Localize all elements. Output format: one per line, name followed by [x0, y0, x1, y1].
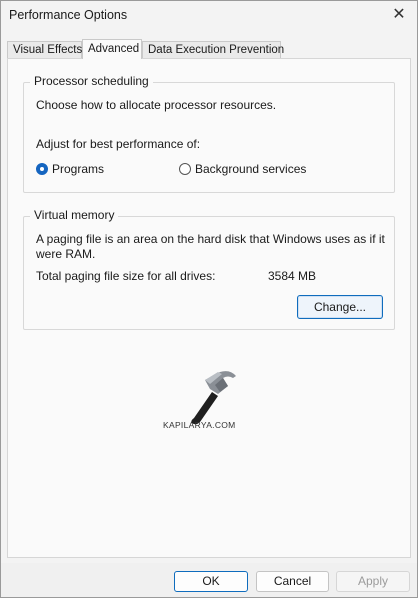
virtual-memory-group: Virtual memory A paging file is an area …: [23, 208, 395, 330]
window-title: Performance Options: [9, 8, 128, 22]
total-paging-size-value: 3584 MB: [268, 269, 317, 283]
total-paging-size-label: Total paging file size for all drives:: [36, 269, 216, 283]
tab-advanced[interactable]: Advanced: [82, 39, 142, 59]
change-button[interactable]: Change...: [297, 295, 383, 319]
programs-radio-label[interactable]: Programs: [52, 161, 104, 177]
virtual-memory-heading: Virtual memory: [30, 208, 119, 222]
tab-data-execution-prevention[interactable]: Data Execution Prevention: [142, 41, 284, 58]
background-services-radio-label[interactable]: Background services: [195, 161, 306, 177]
processor-scheduling-heading: Processor scheduling: [30, 74, 153, 88]
apply-button[interactable]: Apply: [336, 571, 410, 592]
processor-scheduling-group: Processor scheduling Choose how to alloc…: [23, 74, 395, 193]
ok-button[interactable]: OK: [174, 571, 248, 592]
title-bar: Performance Options ✕: [1, 1, 417, 31]
advanced-panel: Processor scheduling Choose how to alloc…: [7, 58, 411, 558]
programs-radio[interactable]: [36, 163, 48, 175]
tab-visual-effects[interactable]: Visual Effects: [7, 41, 82, 58]
close-button[interactable]: ✕: [387, 4, 411, 26]
watermark-text: KAPILARYA.COM: [163, 420, 236, 430]
adjust-performance-label: Adjust for best performance of:: [36, 137, 201, 151]
virtual-memory-description-line1: A paging file is an area on the hard dis…: [36, 232, 385, 246]
processor-scheduling-description: Choose how to allocate processor resourc…: [36, 98, 277, 112]
background-services-radio[interactable]: [179, 163, 191, 175]
cancel-button[interactable]: Cancel: [256, 571, 329, 592]
virtual-memory-description-line2: were RAM.: [36, 247, 96, 261]
dialog-footer: OK Cancel Apply: [1, 563, 417, 597]
performance-options-dialog: Performance Options ✕ Visual Effects Adv…: [0, 0, 418, 598]
